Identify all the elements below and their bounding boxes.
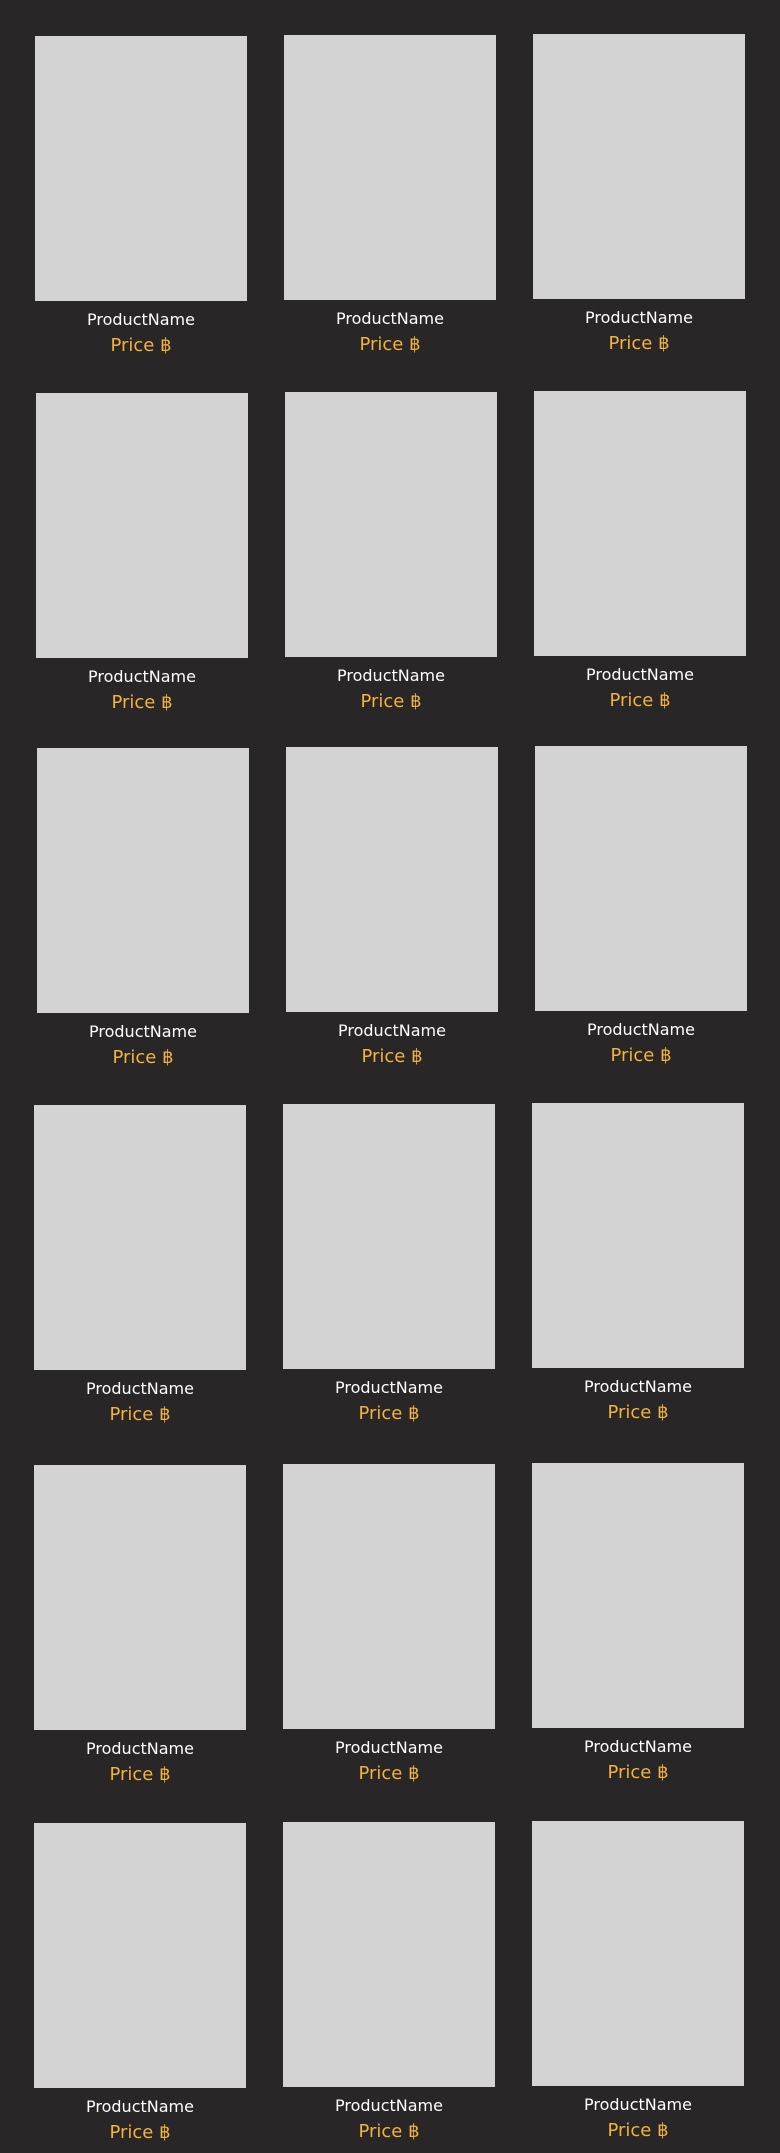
product-image-placeholder[interactable] [34, 1823, 246, 2088]
product-name: ProductName [584, 1737, 692, 1756]
product-image-placeholder[interactable] [34, 1105, 246, 1370]
product-card[interactable]: ProductName Price ฿ [283, 1822, 495, 2152]
product-card[interactable]: ProductName Price ฿ [532, 1103, 744, 1433]
product-price: Price ฿ [360, 691, 422, 712]
product-name: ProductName [587, 1020, 695, 1039]
product-price: Price ฿ [110, 335, 172, 356]
product-image-placeholder[interactable] [283, 1464, 495, 1729]
product-name: ProductName [335, 1738, 443, 1757]
product-price: Price ฿ [607, 2120, 669, 2141]
product-image-placeholder[interactable] [532, 1821, 744, 2086]
product-grid: ProductName Price ฿ ProductName Price ฿ … [0, 0, 780, 2143]
product-price: Price ฿ [109, 2122, 171, 2143]
product-price: Price ฿ [112, 1047, 174, 1068]
product-card[interactable]: ProductName Price ฿ [34, 1465, 246, 1795]
product-name: ProductName [584, 1377, 692, 1396]
product-image-placeholder[interactable] [285, 392, 497, 657]
product-card[interactable]: ProductName Price ฿ [37, 748, 249, 1078]
product-name: ProductName [86, 2097, 194, 2116]
product-image-placeholder[interactable] [532, 1463, 744, 1728]
product-price: Price ฿ [359, 334, 421, 355]
product-card[interactable]: ProductName Price ฿ [532, 1821, 744, 2151]
product-card[interactable]: ProductName Price ฿ [34, 1823, 246, 2153]
product-image-placeholder[interactable] [532, 1103, 744, 1368]
product-name: ProductName [89, 1022, 197, 1041]
product-image-placeholder[interactable] [34, 1465, 246, 1730]
product-card[interactable]: ProductName Price ฿ [34, 1105, 246, 1435]
product-image-placeholder[interactable] [284, 35, 496, 300]
product-image-placeholder[interactable] [35, 36, 247, 301]
product-card[interactable]: ProductName Price ฿ [36, 393, 248, 723]
product-card[interactable]: ProductName Price ฿ [532, 1463, 744, 1793]
product-name: ProductName [335, 2096, 443, 2115]
product-price: Price ฿ [608, 333, 670, 354]
product-name: ProductName [336, 309, 444, 328]
product-card[interactable]: ProductName Price ฿ [283, 1104, 495, 1434]
product-image-placeholder[interactable] [283, 1822, 495, 2087]
product-name: ProductName [584, 2095, 692, 2114]
product-card[interactable]: ProductName Price ฿ [284, 35, 496, 365]
product-image-placeholder[interactable] [283, 1104, 495, 1369]
product-name: ProductName [337, 666, 445, 685]
product-name: ProductName [335, 1378, 443, 1397]
product-price: Price ฿ [361, 1046, 423, 1067]
product-image-placeholder[interactable] [286, 747, 498, 1012]
product-image-placeholder[interactable] [533, 34, 745, 299]
product-price: Price ฿ [610, 1045, 672, 1066]
product-image-placeholder[interactable] [534, 391, 746, 656]
product-price: Price ฿ [358, 2121, 420, 2142]
product-name: ProductName [585, 308, 693, 327]
product-price: Price ฿ [358, 1763, 420, 1784]
product-name: ProductName [586, 665, 694, 684]
product-image-placeholder[interactable] [37, 748, 249, 1013]
product-name: ProductName [338, 1021, 446, 1040]
product-price: Price ฿ [358, 1403, 420, 1424]
product-price: Price ฿ [111, 692, 173, 713]
product-price: Price ฿ [607, 1402, 669, 1423]
product-price: Price ฿ [109, 1404, 171, 1425]
product-name: ProductName [87, 310, 195, 329]
product-card[interactable]: ProductName Price ฿ [533, 34, 745, 364]
product-card[interactable]: ProductName Price ฿ [283, 1464, 495, 1794]
product-image-placeholder[interactable] [535, 746, 747, 1011]
product-price: Price ฿ [609, 690, 671, 711]
product-card[interactable]: ProductName Price ฿ [285, 392, 497, 722]
product-card[interactable]: ProductName Price ฿ [35, 36, 247, 366]
product-name: ProductName [86, 1379, 194, 1398]
product-card[interactable]: ProductName Price ฿ [535, 746, 747, 1076]
product-image-placeholder[interactable] [36, 393, 248, 658]
product-card[interactable]: ProductName Price ฿ [534, 391, 746, 721]
product-price: Price ฿ [109, 1764, 171, 1785]
product-name: ProductName [86, 1739, 194, 1758]
product-price: Price ฿ [607, 1762, 669, 1783]
product-name: ProductName [88, 667, 196, 686]
product-card[interactable]: ProductName Price ฿ [286, 747, 498, 1077]
